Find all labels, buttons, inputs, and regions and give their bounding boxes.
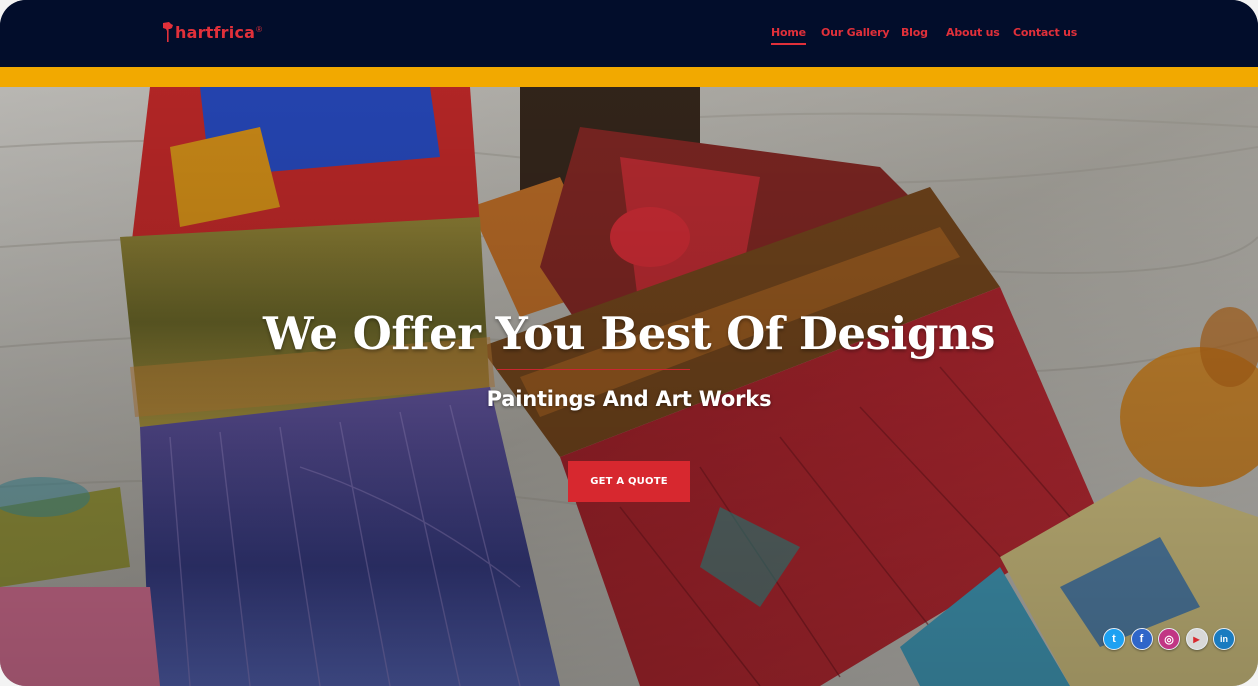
youtube-icon[interactable]: ▶ bbox=[1185, 628, 1208, 650]
get-a-quote-button[interactable]: GET A QUOTE bbox=[568, 461, 690, 502]
accent-bar bbox=[0, 67, 1258, 87]
twitter-icon[interactable]: t bbox=[1103, 628, 1125, 650]
navbar: hartfrica ® Home Our Gallery Blog About … bbox=[0, 0, 1258, 67]
facebook-icon[interactable]: f bbox=[1130, 628, 1153, 650]
hero-section: We Offer You Best Of Designs Paintings A… bbox=[0, 87, 1258, 686]
page-frame: hartfrica ® Home Our Gallery Blog About … bbox=[0, 0, 1258, 686]
nav-blog[interactable]: Blog bbox=[901, 26, 928, 39]
headline-divider bbox=[497, 369, 690, 370]
social-links: t f ◎ ▶ in bbox=[1103, 628, 1241, 650]
nav-home[interactable]: Home bbox=[771, 26, 806, 45]
nav-contact-us[interactable]: Contact us bbox=[1013, 26, 1077, 39]
instagram-icon[interactable]: ◎ bbox=[1158, 628, 1180, 650]
nav-our-gallery[interactable]: Our Gallery bbox=[821, 26, 889, 39]
linkedin-icon[interactable]: in bbox=[1213, 628, 1235, 650]
hero-headline: We Offer You Best Of Designs bbox=[263, 307, 995, 360]
main-nav: Home Our Gallery Blog About us Contact u… bbox=[0, 26, 1258, 46]
nav-about-us[interactable]: About us bbox=[946, 26, 1000, 39]
hero-subheadline: Paintings And Art Works bbox=[486, 387, 772, 411]
